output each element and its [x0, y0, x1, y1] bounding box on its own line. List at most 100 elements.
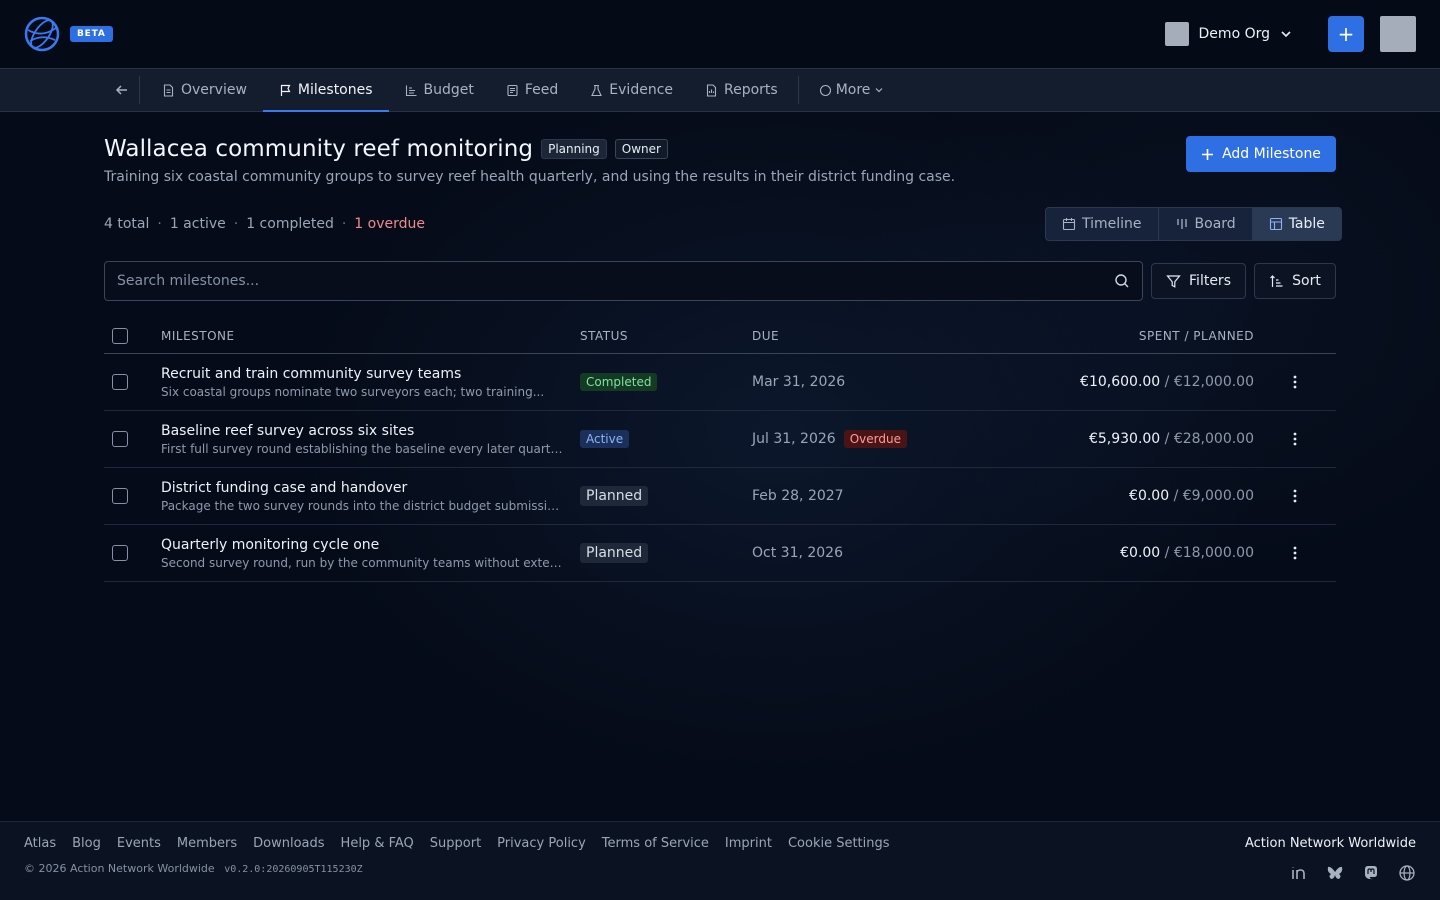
user-avatar[interactable]: [1380, 16, 1416, 52]
kebab-menu-icon[interactable]: [1287, 431, 1303, 447]
version-text: v0.2.0:20260905T115230Z: [224, 864, 363, 875]
arrow-left-icon: [115, 85, 127, 95]
status-badge: Planned: [580, 543, 649, 563]
due-date: Oct 31, 2026: [752, 545, 843, 561]
more-menu[interactable]: More: [803, 69, 901, 111]
sort-button[interactable]: Sort: [1254, 263, 1336, 299]
add-milestone-button[interactable]: Add Milestone: [1186, 136, 1336, 172]
footer-link-support[interactable]: Support: [430, 836, 481, 851]
tab-milestones[interactable]: Milestones: [262, 69, 389, 112]
footer-link-help[interactable]: Help & FAQ: [341, 836, 414, 851]
row-checkbox[interactable]: [112, 488, 128, 504]
project-nav: Overview Milestones Budget Feed Evidence…: [0, 68, 1440, 112]
header-milestone[interactable]: MILESTONE: [161, 329, 580, 343]
row-select-cell: [104, 374, 161, 390]
project-description: Training six coastal community groups to…: [104, 169, 956, 185]
table-row[interactable]: Quarterly monitoring cycle one Second su…: [104, 525, 1336, 582]
milestone-description: Package the two survey rounds into the d…: [161, 498, 566, 513]
kebab-menu-icon[interactable]: [1287, 545, 1303, 561]
milestone-title[interactable]: Baseline reef survey across six sites: [161, 423, 580, 439]
table-header: MILESTONE STATUS DUE SPENT / PLANNED: [104, 318, 1336, 354]
milestones-table: MILESTONE STATUS DUE SPENT / PLANNED Rec…: [104, 318, 1336, 582]
globe-icon[interactable]: [1398, 864, 1416, 882]
table-row[interactable]: Recruit and train community survey teams…: [104, 354, 1336, 411]
kebab-menu-icon[interactable]: [1287, 374, 1303, 390]
sort-icon: [1270, 274, 1283, 287]
calendar-icon: [1062, 218, 1076, 231]
header-due[interactable]: DUE: [752, 329, 952, 343]
row-checkbox[interactable]: [112, 545, 128, 561]
overdue-badge: Overdue: [843, 430, 907, 448]
milestone-title[interactable]: District funding case and handover: [161, 480, 580, 496]
search-input[interactable]: [117, 273, 1114, 289]
stat-separator: ·: [341, 216, 347, 232]
footer-link-imprint[interactable]: Imprint: [725, 836, 772, 851]
footer-link-events[interactable]: Events: [117, 836, 161, 851]
tab-budget[interactable]: Budget: [389, 69, 490, 111]
linkedin-icon[interactable]: [1290, 864, 1308, 882]
back-button[interactable]: [104, 76, 140, 104]
table-row[interactable]: Baseline reef survey across six sites Fi…: [104, 411, 1336, 468]
row-select-cell: [104, 488, 161, 504]
row-menu-cell: [1254, 488, 1336, 504]
tab-feed[interactable]: Feed: [490, 69, 574, 111]
milestone-cell: Recruit and train community survey teams…: [161, 366, 580, 399]
planned-amount: / €12,000.00: [1160, 374, 1254, 390]
stat-separator: ·: [157, 216, 162, 232]
tab-evidence[interactable]: Evidence: [574, 69, 689, 111]
milestone-cell: Baseline reef survey across six sites Fi…: [161, 423, 580, 456]
row-checkbox[interactable]: [112, 431, 128, 447]
select-all-checkbox[interactable]: [112, 327, 128, 344]
tab-label: Feed: [524, 82, 559, 98]
org-name: Demo Org: [1198, 26, 1270, 42]
view-board-button[interactable]: Board: [1159, 208, 1253, 240]
footer-link-members[interactable]: Members: [177, 836, 237, 851]
milestone-description: First full survey round establishing the…: [161, 441, 566, 456]
social-links: [1290, 864, 1416, 882]
bluesky-icon[interactable]: [1326, 864, 1344, 882]
filters-button[interactable]: Filters: [1151, 263, 1246, 299]
footer-link-terms[interactable]: Terms of Service: [602, 836, 709, 851]
due-cell: Feb 28, 2027: [752, 488, 952, 504]
view-timeline-label: Timeline: [1082, 216, 1142, 232]
row-checkbox[interactable]: [112, 374, 128, 390]
header-spent-planned[interactable]: SPENT / PLANNED: [952, 329, 1254, 343]
tab-reports[interactable]: Reports: [689, 69, 794, 111]
mastodon-icon[interactable]: [1362, 864, 1380, 882]
site-footer: Atlas Blog Events Members Downloads Help…: [0, 821, 1440, 900]
header-status[interactable]: STATUS: [580, 329, 752, 343]
chevron-down-icon: [876, 88, 883, 93]
footer-link-cookies[interactable]: Cookie Settings: [788, 836, 890, 851]
row-menu-cell: [1254, 545, 1336, 561]
view-timeline-button[interactable]: Timeline: [1046, 208, 1159, 240]
view-table-button[interactable]: Table: [1252, 208, 1341, 240]
org-switcher[interactable]: Demo Org: [1164, 22, 1292, 46]
tab-label: Reports: [724, 82, 778, 98]
globe-logo-icon[interactable]: [24, 16, 60, 52]
page-title: Wallacea community reef monitoring: [104, 136, 534, 162]
spent-cell: €10,600.00 / €12,000.00: [952, 374, 1254, 390]
row-menu-cell: [1254, 431, 1336, 447]
spent-cell: €0.00 / €18,000.00: [952, 545, 1254, 561]
due-cell: Mar 31, 2026: [752, 374, 952, 390]
create-button[interactable]: +: [1328, 16, 1364, 52]
kebab-menu-icon[interactable]: [1287, 488, 1303, 504]
milestone-description: Six coastal groups nominate two surveyor…: [161, 384, 545, 399]
status-cell: Active: [580, 430, 752, 448]
search-icon[interactable]: [1114, 273, 1130, 289]
status-badge: Completed: [580, 373, 658, 391]
view-toggle: Timeline Board Table: [1045, 207, 1342, 241]
milestone-title[interactable]: Recruit and train community survey teams: [161, 366, 580, 382]
footer-link-blog[interactable]: Blog: [72, 836, 101, 851]
view-table-label: Table: [1288, 216, 1325, 232]
footer-link-privacy[interactable]: Privacy Policy: [497, 836, 586, 851]
planned-amount: / €28,000.00: [1160, 431, 1254, 447]
table-row[interactable]: District funding case and handover Packa…: [104, 468, 1336, 525]
footer-link-downloads[interactable]: Downloads: [253, 836, 324, 851]
milestone-title[interactable]: Quarterly monitoring cycle one: [161, 537, 580, 553]
info-circle-icon: [819, 84, 831, 96]
spent-amount: €0.00: [1120, 545, 1161, 561]
tab-overview[interactable]: Overview: [146, 69, 263, 111]
footer-link-atlas[interactable]: Atlas: [24, 836, 56, 851]
due-cell: Jul 31, 2026 Overdue: [752, 430, 952, 448]
